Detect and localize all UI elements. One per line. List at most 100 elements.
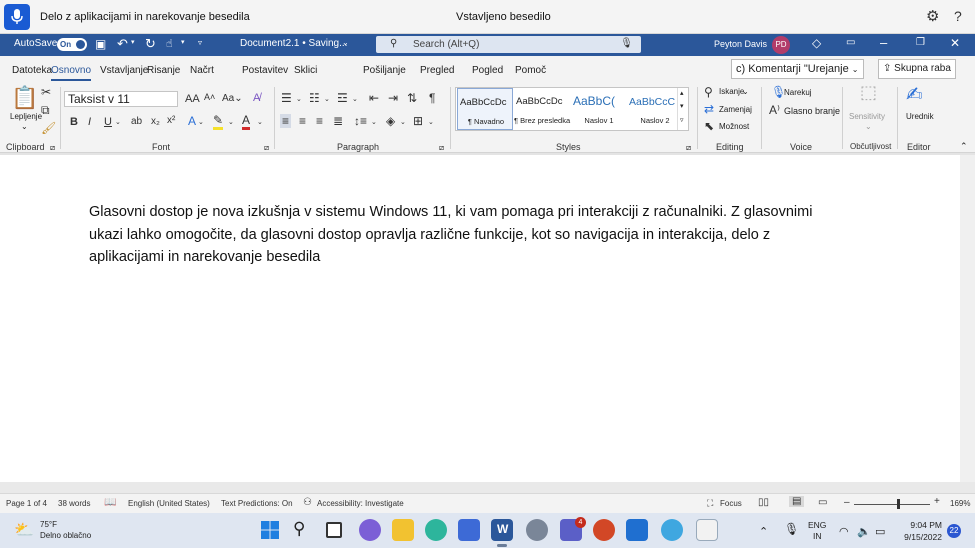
accessibility-icon[interactable]: ⚇ <box>303 497 312 508</box>
tab-view[interactable]: Pogled <box>472 65 503 76</box>
italic-icon[interactable]: I <box>88 115 91 129</box>
style-normal[interactable]: AaBbCcDc ¶ Navadno <box>457 88 513 130</box>
replace-button[interactable]: Zamenjaj <box>719 105 752 114</box>
volume-icon[interactable]: 🔈 <box>857 525 871 538</box>
tab-design[interactable]: Načrt <box>190 65 214 76</box>
accessibility-status[interactable]: Accessibility: Investigate <box>317 499 404 508</box>
chevron-down-icon[interactable]: ⌄ <box>342 38 349 47</box>
clear-formatting-icon[interactable]: A̸ <box>253 91 260 105</box>
settings-icon[interactable] <box>526 519 548 541</box>
ribbon-display-icon[interactable]: ▭ <box>846 37 855 48</box>
print-layout-icon[interactable]: ▤ <box>789 496 805 507</box>
shrink-font-icon[interactable]: A˄ <box>204 90 215 104</box>
read-mode-icon[interactable]: ▯▯ <box>758 497 769 508</box>
help-icon[interactable]: ? <box>954 8 962 24</box>
style-heading-2[interactable]: AaBbCcC Naslov 2 <box>627 88 683 130</box>
read-aloud-button[interactable]: Glasno branje <box>784 106 840 116</box>
gear-icon[interactable]: ⚙ <box>926 7 939 25</box>
more-styles-icon[interactable]: ▿ <box>680 116 684 124</box>
task-view-icon[interactable] <box>326 522 342 538</box>
language-switcher[interactable]: ENG IN <box>808 520 826 542</box>
undo-icon[interactable]: ↶ <box>117 36 128 52</box>
text-predictions[interactable]: Text Predictions: On <box>221 499 293 508</box>
increase-indent-icon[interactable]: ⇥ <box>388 91 398 105</box>
font-name-field[interactable]: Taksist v 11 <box>64 91 178 107</box>
autosave-toggle[interactable]: On <box>57 38 87 51</box>
replace-icon[interactable]: ⇄ <box>704 102 714 116</box>
tab-file[interactable]: Datoteka <box>12 65 52 76</box>
show-formatting-icon[interactable]: ¶ <box>429 91 435 105</box>
edge-icon[interactable] <box>425 519 447 541</box>
bullets-icon[interactable]: ☰ <box>281 91 292 105</box>
wifi-icon[interactable]: ◠ <box>839 525 849 538</box>
chevron-up-icon[interactable]: ⌃ <box>759 525 768 538</box>
format-painter-icon[interactable]: 🖌 <box>41 121 56 135</box>
text-effects-icon[interactable]: A <box>188 114 196 128</box>
page-count[interactable]: Page 1 of 4 <box>6 499 47 508</box>
dialog-launcher-icon[interactable]: ⧄ <box>50 143 55 153</box>
focus-button[interactable]: Focus <box>720 499 742 508</box>
grow-font-icon[interactable]: AA <box>185 92 200 106</box>
align-center-icon[interactable]: ≡ <box>299 114 306 128</box>
dialog-launcher-icon[interactable]: ⧄ <box>686 143 691 153</box>
battery-icon[interactable]: ▭ <box>875 525 885 538</box>
document-page[interactable]: Glasovni dostop je nova izkušnja v siste… <box>0 155 960 482</box>
tab-review[interactable]: Pregled <box>420 65 454 76</box>
store-icon[interactable] <box>458 519 480 541</box>
dialog-launcher-icon[interactable]: ⧄ <box>439 143 444 153</box>
search-icon[interactable]: ⚲ <box>293 519 305 539</box>
file-explorer-icon[interactable] <box>392 519 414 541</box>
change-case-icon[interactable]: Aa⌄ <box>222 92 243 106</box>
people-icon[interactable] <box>661 519 683 541</box>
paste-icon[interactable]: 📋 <box>11 87 38 109</box>
sensitivity-button[interactable]: Sensitivity <box>849 112 885 121</box>
avatar[interactable]: PD <box>772 36 790 54</box>
restore-icon[interactable]: ❐ <box>916 37 925 48</box>
read-aloud-icon[interactable]: A⁾ <box>769 103 780 117</box>
chevron-down-icon[interactable]: ⌄ <box>198 116 204 130</box>
weather-widget[interactable]: 75°F Delno oblačno <box>40 519 91 541</box>
voice-access-app-icon[interactable] <box>696 519 718 541</box>
paste-button-label[interactable]: Lepljenje <box>10 112 42 121</box>
tab-mailings[interactable]: Pošiljanje <box>363 65 406 76</box>
collapse-ribbon-icon[interactable]: ⌃ <box>960 141 968 152</box>
select-icon[interactable]: ⬉ <box>704 119 714 133</box>
sensitivity-icon[interactable]: ⬚ <box>860 83 877 101</box>
chevron-down-icon[interactable]: ⌄ <box>21 122 28 131</box>
strikethrough-icon[interactable]: ab <box>131 115 142 129</box>
editor-icon[interactable]: ✍ <box>906 84 923 106</box>
chevron-down-icon[interactable]: ⌄ <box>400 116 406 130</box>
proofing-icon[interactable]: 📖 <box>104 497 116 508</box>
zoom-slider[interactable] <box>854 504 930 505</box>
comments-editing-button[interactable]: c) Komentarji "Urejanje ⌄ <box>731 59 864 79</box>
save-icon[interactable]: ▣ <box>95 37 106 51</box>
sort-icon[interactable]: ⇅ <box>407 91 417 105</box>
line-spacing-icon[interactable]: ↕≡ <box>354 114 367 128</box>
user-name[interactable]: Peyton Davis <box>714 39 767 49</box>
redo-icon[interactable]: ↻ <box>145 36 156 52</box>
chevron-down-icon[interactable]: ⌄ <box>428 116 434 130</box>
customize-toolbar-icon[interactable]: ▿ <box>198 38 202 47</box>
underline-icon[interactable]: U <box>104 115 112 129</box>
share-button[interactable]: ⇪ Skupna raba <box>878 59 956 79</box>
voice-mic-button[interactable] <box>4 4 30 30</box>
chevron-down-icon[interactable]: ▾ <box>680 102 684 110</box>
chevron-down-icon[interactable]: ⌄ <box>257 116 263 130</box>
tab-home[interactable]: Osnovno <box>51 65 92 81</box>
chevron-up-icon[interactable]: ▴ <box>680 89 684 97</box>
align-left-icon[interactable]: ≡ <box>280 114 292 128</box>
close-icon[interactable]: ✕ <box>950 36 960 50</box>
styles-scroll[interactable]: ▴ ▾ ▿ <box>677 88 689 130</box>
start-icon[interactable] <box>259 519 281 541</box>
editor-button[interactable]: Urednik <box>906 112 934 121</box>
multilevel-list-icon[interactable]: ☲ <box>337 91 348 105</box>
select-button[interactable]: Možnost <box>719 122 749 131</box>
mail-icon[interactable] <box>626 519 648 541</box>
language-indicator[interactable]: English (United States) <box>128 499 210 508</box>
align-right-icon[interactable]: ≡ <box>316 114 323 128</box>
zoom-out-icon[interactable]: – <box>844 497 850 508</box>
subscript-icon[interactable]: x₂ <box>151 115 160 129</box>
justify-icon[interactable]: ≣ <box>333 114 343 128</box>
decrease-indent-icon[interactable]: ⇤ <box>369 91 379 105</box>
word-icon[interactable]: W <box>491 519 513 541</box>
